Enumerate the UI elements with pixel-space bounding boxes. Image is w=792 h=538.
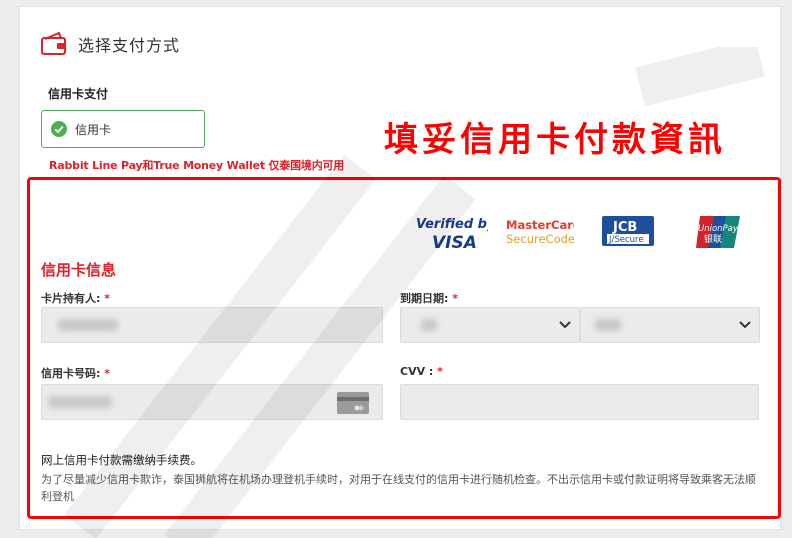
card-number-value-masked: [48, 396, 112, 408]
fee-notice-title: 网上信用卡付款需缴纳手续费。: [41, 453, 202, 467]
credit-card-info-title: 信用卡信息: [41, 261, 117, 279]
up-line1: UnionPay: [698, 224, 739, 234]
chevron-down-icon: [739, 321, 751, 329]
page-title: 选择支付方式: [78, 36, 181, 55]
card-number-input[interactable]: [41, 384, 383, 420]
cvv-input[interactable]: [400, 384, 759, 420]
cardholder-label: 卡片持有人: *: [41, 290, 110, 306]
unionpay-logo: UnionPay 银联: [696, 216, 740, 248]
jcb-line1: JCB: [612, 220, 637, 235]
mc-line1: MasterCard.: [506, 218, 574, 232]
cvv-label-text: CVV :: [400, 365, 434, 378]
cardholder-input[interactable]: [41, 307, 383, 343]
required-mark: *: [437, 365, 443, 378]
jcb-line2: J/Secure: [608, 235, 644, 245]
cardholder-label-text: 卡片持有人:: [41, 292, 101, 305]
credit-card-icon: [337, 392, 369, 414]
up-line2: 银联: [704, 233, 722, 245]
expiry-label: 到期日期: *: [400, 290, 458, 306]
cardholder-value-masked: [58, 319, 118, 331]
required-mark: *: [452, 292, 459, 305]
expiry-year-value-masked: [595, 319, 621, 331]
visa-line1: Verified by: [416, 217, 488, 232]
payment-card: 选择支付方式 信用卡支付 信用卡 Rabbit Line Pay和True Mo…: [19, 6, 781, 538]
expiry-month-select[interactable]: [400, 307, 580, 343]
expiry-month-value-masked: [421, 319, 437, 331]
expiry-year-select[interactable]: [580, 307, 760, 343]
jcb-jsecure-logo: JCB J/Secure: [602, 216, 654, 246]
fee-notice-text: 为了尽量减少信用卡欺诈，泰国狮航将在机场办理登机手续时，对用于在线支付的信用卡进…: [41, 473, 756, 503]
check-circle-icon: [51, 121, 67, 137]
payment-header: 选择支付方式: [40, 31, 180, 57]
required-mark: *: [104, 367, 111, 380]
annotation-overlay-text: 填妥信用卡付款資訊: [384, 120, 726, 160]
card-number-label: 信用卡号码: *: [41, 365, 110, 381]
wallet-availability-notice: Rabbit Line Pay和True Money Wallet 仅泰国境内可…: [49, 159, 345, 172]
verified-by-visa-logo: Verified by VISA: [416, 217, 488, 252]
card-brand-logos: Verified by VISA MasterCard. SecureCode …: [414, 212, 754, 252]
section-label-credit-card-payment: 信用卡支付: [48, 87, 109, 101]
card-number-label-text: 信用卡号码:: [41, 367, 101, 380]
visa-line2: VISA: [432, 233, 477, 252]
wallet-icon: [41, 31, 66, 55]
chevron-down-icon: [559, 321, 571, 329]
mastercard-securecode-logo: MasterCard. SecureCode: [506, 218, 574, 246]
mc-line2: SecureCode: [506, 232, 574, 246]
expiry-label-text: 到期日期:: [400, 292, 449, 305]
required-mark: *: [104, 292, 111, 305]
cvv-label: CVV : *: [400, 365, 443, 378]
credit-card-option-label: 信用卡: [75, 122, 112, 137]
annotation-frame: Verified by VISA MasterCard. SecureCode …: [27, 177, 781, 519]
credit-card-option[interactable]: 信用卡: [41, 110, 205, 148]
